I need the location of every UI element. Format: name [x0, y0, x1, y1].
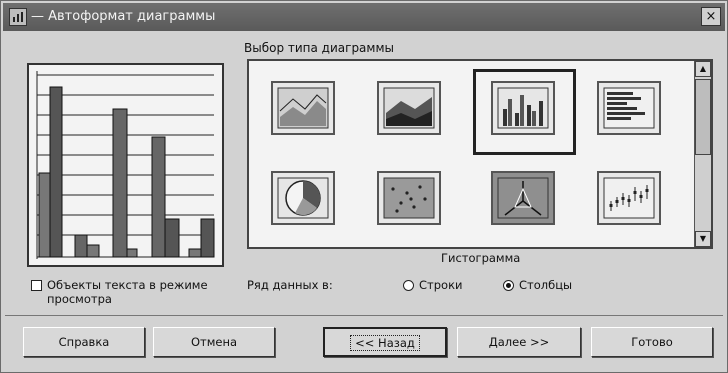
button-separator: [5, 315, 723, 316]
chart-type-stacked-area-tile[interactable]: [377, 81, 441, 135]
scatter-chart-icon: [383, 177, 435, 219]
back-button-label: << Назад: [350, 335, 420, 351]
help-button[interactable]: Справка: [23, 327, 145, 357]
radio-selected-dot: [506, 283, 511, 288]
show-text-checkbox[interactable]: [31, 280, 42, 291]
chart-preview: [27, 63, 224, 267]
close-button[interactable]: ×: [701, 7, 721, 26]
area-chart-icon: [277, 87, 329, 129]
chart-type-gallery: ▲ ▼: [247, 59, 713, 249]
chart-app-icon: [9, 8, 27, 26]
chart-type-scatter-tile[interactable]: [377, 171, 441, 225]
window-title: — Автоформат диаграммы: [31, 9, 216, 24]
preview-bar: [151, 136, 166, 258]
stacked-area-chart-icon: [383, 87, 435, 129]
column-chart-icon: [497, 87, 549, 129]
title-bar[interactable]: — Автоформат диаграммы ×: [3, 3, 725, 31]
back-button[interactable]: << Назад: [323, 327, 447, 357]
chart-type-pie-tile[interactable]: [271, 171, 335, 225]
preview-bar: [86, 244, 100, 258]
chart-type-group-label: Выбор типа диаграммы: [244, 41, 394, 55]
cancel-button[interactable]: Отмена: [153, 327, 275, 357]
scroll-up-icon[interactable]: ▲: [695, 61, 711, 77]
series-in-label: Ряд данных в:: [247, 278, 333, 292]
preview-bar: [188, 248, 202, 258]
chart-type-area-tile[interactable]: [271, 81, 335, 135]
close-icon: ×: [705, 9, 717, 24]
finish-button[interactable]: Готово: [591, 327, 713, 357]
scroll-down-icon[interactable]: ▼: [695, 231, 711, 247]
chart-type-bar-tile[interactable]: [597, 81, 661, 135]
series-in-rows-label[interactable]: Строки: [419, 278, 462, 292]
chart-type-stock-tile[interactable]: [597, 171, 661, 225]
preview-bar: [164, 218, 180, 258]
pie-chart-icon: [277, 177, 329, 219]
scroll-thumb[interactable]: [695, 79, 711, 155]
series-in-columns-label[interactable]: Столбцы: [519, 278, 572, 292]
next-button[interactable]: Далее >>: [457, 327, 581, 357]
preview-bar: [126, 248, 138, 258]
preview-bar: [200, 218, 215, 258]
selected-chart-type-name: Гистограмма: [441, 251, 521, 265]
show-text-checkbox-label[interactable]: Объекты текста в режиме просмотра: [47, 278, 222, 306]
series-in-rows-radio[interactable]: [403, 280, 414, 291]
radar-chart-icon: [497, 177, 549, 219]
autoformat-dialog: — Автоформат диаграммы × Объекты текста …: [0, 0, 728, 373]
chart-type-column-tile[interactable]: [491, 81, 555, 135]
series-in-columns-radio[interactable]: [503, 280, 514, 291]
preview-bar: [49, 86, 63, 258]
preview-bar: [74, 234, 88, 258]
preview-bar: [38, 172, 51, 258]
bar-chart-icon: [603, 87, 655, 129]
help-button-label: Справка: [58, 335, 110, 349]
chart-type-radar-tile[interactable]: [491, 171, 555, 225]
cancel-button-label: Отмена: [190, 335, 238, 349]
preview-bar: [112, 108, 128, 258]
next-button-label: Далее >>: [488, 335, 550, 349]
finish-button-label: Готово: [631, 335, 673, 349]
gallery-scrollbar[interactable]: ▲ ▼: [694, 61, 711, 247]
stock-chart-icon: [603, 177, 655, 219]
